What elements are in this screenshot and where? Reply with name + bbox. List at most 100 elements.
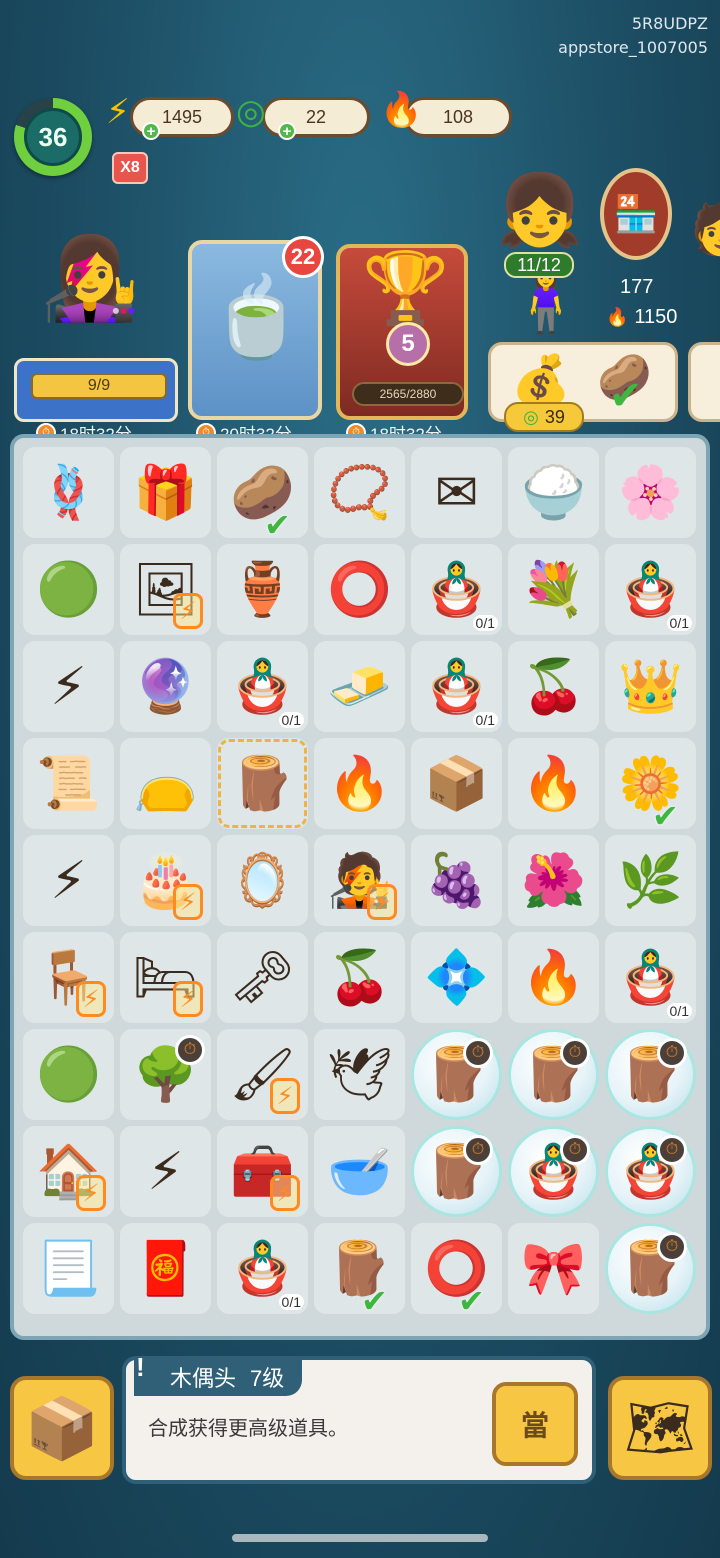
item-icon: 🎁 — [133, 463, 198, 522]
jade-icon: ◎ — [523, 406, 539, 427]
energy-source-icon: ⚡ — [76, 1175, 106, 1211]
board-cell[interactable]: 🥔 ✔ — [217, 447, 308, 543]
multiplier-badge[interactable]: X8 — [112, 152, 148, 184]
timer-icon: ⏱ — [657, 1135, 687, 1165]
shop-icon[interactable]: 🏪 — [600, 168, 672, 260]
item-icon: 🎀 — [521, 1239, 586, 1298]
board-cell[interactable]: ⚡ — [120, 1126, 211, 1217]
board-cell[interactable]: 🪆 ⏱ — [605, 1126, 696, 1217]
item-icon: ⚡ — [147, 1142, 184, 1201]
board-cell[interactable]: ✉ — [411, 447, 502, 538]
board-cell[interactable]: 🌿 — [605, 835, 696, 926]
board-cell[interactable]: 🪆 0/1 — [411, 641, 502, 732]
item-description: 合成获得更高级道具。 — [148, 1418, 348, 1440]
home-indicator[interactable] — [232, 1534, 488, 1542]
board-cell[interactable]: 🟢 — [23, 544, 114, 635]
board-cell[interactable]: 🕊 — [314, 1029, 405, 1120]
board-cell[interactable]: 🍚 — [508, 447, 599, 538]
board-cell[interactable]: 🎂 ⚡ — [120, 835, 211, 926]
add-jade-button[interactable]: + — [278, 122, 296, 140]
board-cell[interactable]: 📦 — [411, 738, 502, 829]
board-cell[interactable]: 🔥 — [508, 932, 599, 1023]
board-cell[interactable]: 🧑‍🎤 ⚡ — [314, 835, 405, 926]
board-cell[interactable]: 🍒 — [508, 641, 599, 732]
board-cell[interactable]: 🪆 0/1 — [605, 932, 696, 1023]
board-cell[interactable]: 🛏 ⚡ — [120, 932, 211, 1023]
board-cell[interactable]: 📜 — [23, 738, 114, 829]
trophy-card[interactable]: 🏆 5 2565/2880 — [336, 244, 468, 420]
energy-source-icon: ⚡ — [270, 1078, 300, 1114]
map-button[interactable]: 🗺 — [608, 1376, 712, 1480]
storage-box-button[interactable]: 📦 — [10, 1376, 114, 1480]
board-cell[interactable]: 🖼 ⚡ — [120, 544, 211, 635]
item-icon: 🔥 — [521, 948, 586, 1007]
board-cell[interactable]: 👑 — [605, 641, 696, 732]
character-portrait: 👩‍🎤 — [40, 234, 140, 323]
board-cell[interactable]: 🌳 ⏱ — [120, 1029, 211, 1120]
board-cell[interactable]: 📿 — [314, 447, 405, 538]
item-level: 7级 — [250, 1366, 285, 1391]
board-cell[interactable]: 🧈 — [314, 641, 405, 732]
board-cell[interactable]: 🪵 — [217, 738, 308, 829]
board-cell[interactable]: 🏠 ⚡ — [23, 1126, 114, 1217]
board-cell[interactable]: 🪢 — [23, 447, 114, 538]
board-cell[interactable]: 🪵 ⏱ — [411, 1029, 502, 1120]
board-cell[interactable]: 🏺 — [217, 544, 308, 635]
shop-coins: 177 — [620, 276, 654, 298]
side-character[interactable]: 🧑 — [690, 200, 720, 259]
board-cell[interactable]: 🪵 ⏱ — [605, 1223, 696, 1314]
board-cell[interactable]: 🪆 0/1 — [411, 544, 502, 635]
item-icon: 👑 — [618, 657, 683, 716]
add-energy-button[interactable]: + — [142, 122, 160, 140]
board-cell[interactable]: 🪵 ✔ — [314, 1223, 405, 1319]
board-cell[interactable]: 🪵 ⏱ — [411, 1126, 502, 1217]
board-cell[interactable]: ⭕ ✔ — [411, 1223, 502, 1319]
board-cell[interactable]: 🟢 — [23, 1029, 114, 1120]
energy-source-icon: ⚡ — [173, 981, 203, 1017]
board-cell[interactable]: 🔮 — [120, 641, 211, 732]
board-cell[interactable]: 🧧 — [120, 1223, 211, 1314]
board-cell[interactable]: 🖌 ⚡ — [217, 1029, 308, 1120]
board-cell[interactable]: ⭕ — [314, 544, 405, 635]
board-cell[interactable]: 🍇 — [411, 835, 502, 926]
sell-button[interactable]: 當 — [492, 1382, 578, 1466]
item-icon: 🟢 — [36, 560, 101, 619]
board-cell[interactable]: 🪵 ⏱ — [605, 1029, 696, 1120]
board-cell[interactable]: 🧰 ⚡ — [217, 1126, 308, 1217]
tea-order-card[interactable]: 🍵 22 — [188, 236, 324, 420]
board-cell[interactable]: ⚡ — [23, 641, 114, 732]
board-cell[interactable]: 🪆 0/1 — [217, 641, 308, 732]
next-delivery-order[interactable] — [688, 342, 720, 422]
timer-icon: ⏱ — [560, 1135, 590, 1165]
item-icon: 🔥 — [521, 754, 586, 813]
player-level[interactable]: 36 — [14, 98, 92, 176]
board-cell[interactable]: 🪑 ⚡ — [23, 932, 114, 1023]
board-cell[interactable]: ⚡ — [23, 835, 114, 926]
board-cell[interactable]: 🎀 — [508, 1223, 599, 1314]
board-cell[interactable]: 🪆 0/1 — [605, 544, 696, 635]
board-cell[interactable]: 🌼 ✔ — [605, 738, 696, 834]
character-order-card[interactable]: 👩‍🎤 9/9 — [10, 232, 178, 424]
board-cell[interactable]: 🍒 — [314, 932, 405, 1023]
board-cell[interactable]: 🪞 — [217, 835, 308, 926]
board-cell[interactable]: 🥣 — [314, 1126, 405, 1217]
board-cell[interactable]: 💐 — [508, 544, 599, 635]
level-number: 36 — [24, 108, 82, 166]
item-icon: 🍇 — [424, 851, 489, 910]
board-cell[interactable]: 🔥 — [314, 738, 405, 829]
board-cell[interactable]: 🪵 ⏱ — [508, 1029, 599, 1120]
lock-counter: 0/1 — [472, 712, 498, 728]
board-cell[interactable]: 🔥 — [508, 738, 599, 829]
board-cell[interactable]: 🪆 ⏱ — [508, 1126, 599, 1217]
board-cell[interactable]: 💠 — [411, 932, 502, 1023]
board-cell[interactable]: 🎁 — [120, 447, 211, 538]
trophy-progress: 2565/2880 — [352, 382, 464, 406]
board-cell[interactable]: 🪆 0/1 — [217, 1223, 308, 1314]
board-cell[interactable]: 🌺 — [508, 835, 599, 926]
board-cell[interactable]: 👝 — [120, 738, 211, 829]
girl-character[interactable]: 👧 — [496, 170, 583, 252]
lock-counter: 0/1 — [666, 615, 692, 631]
board-cell[interactable]: 🌸 — [605, 447, 696, 538]
board-cell[interactable]: 🗝 — [217, 932, 308, 1023]
board-cell[interactable]: 📃 — [23, 1223, 114, 1314]
